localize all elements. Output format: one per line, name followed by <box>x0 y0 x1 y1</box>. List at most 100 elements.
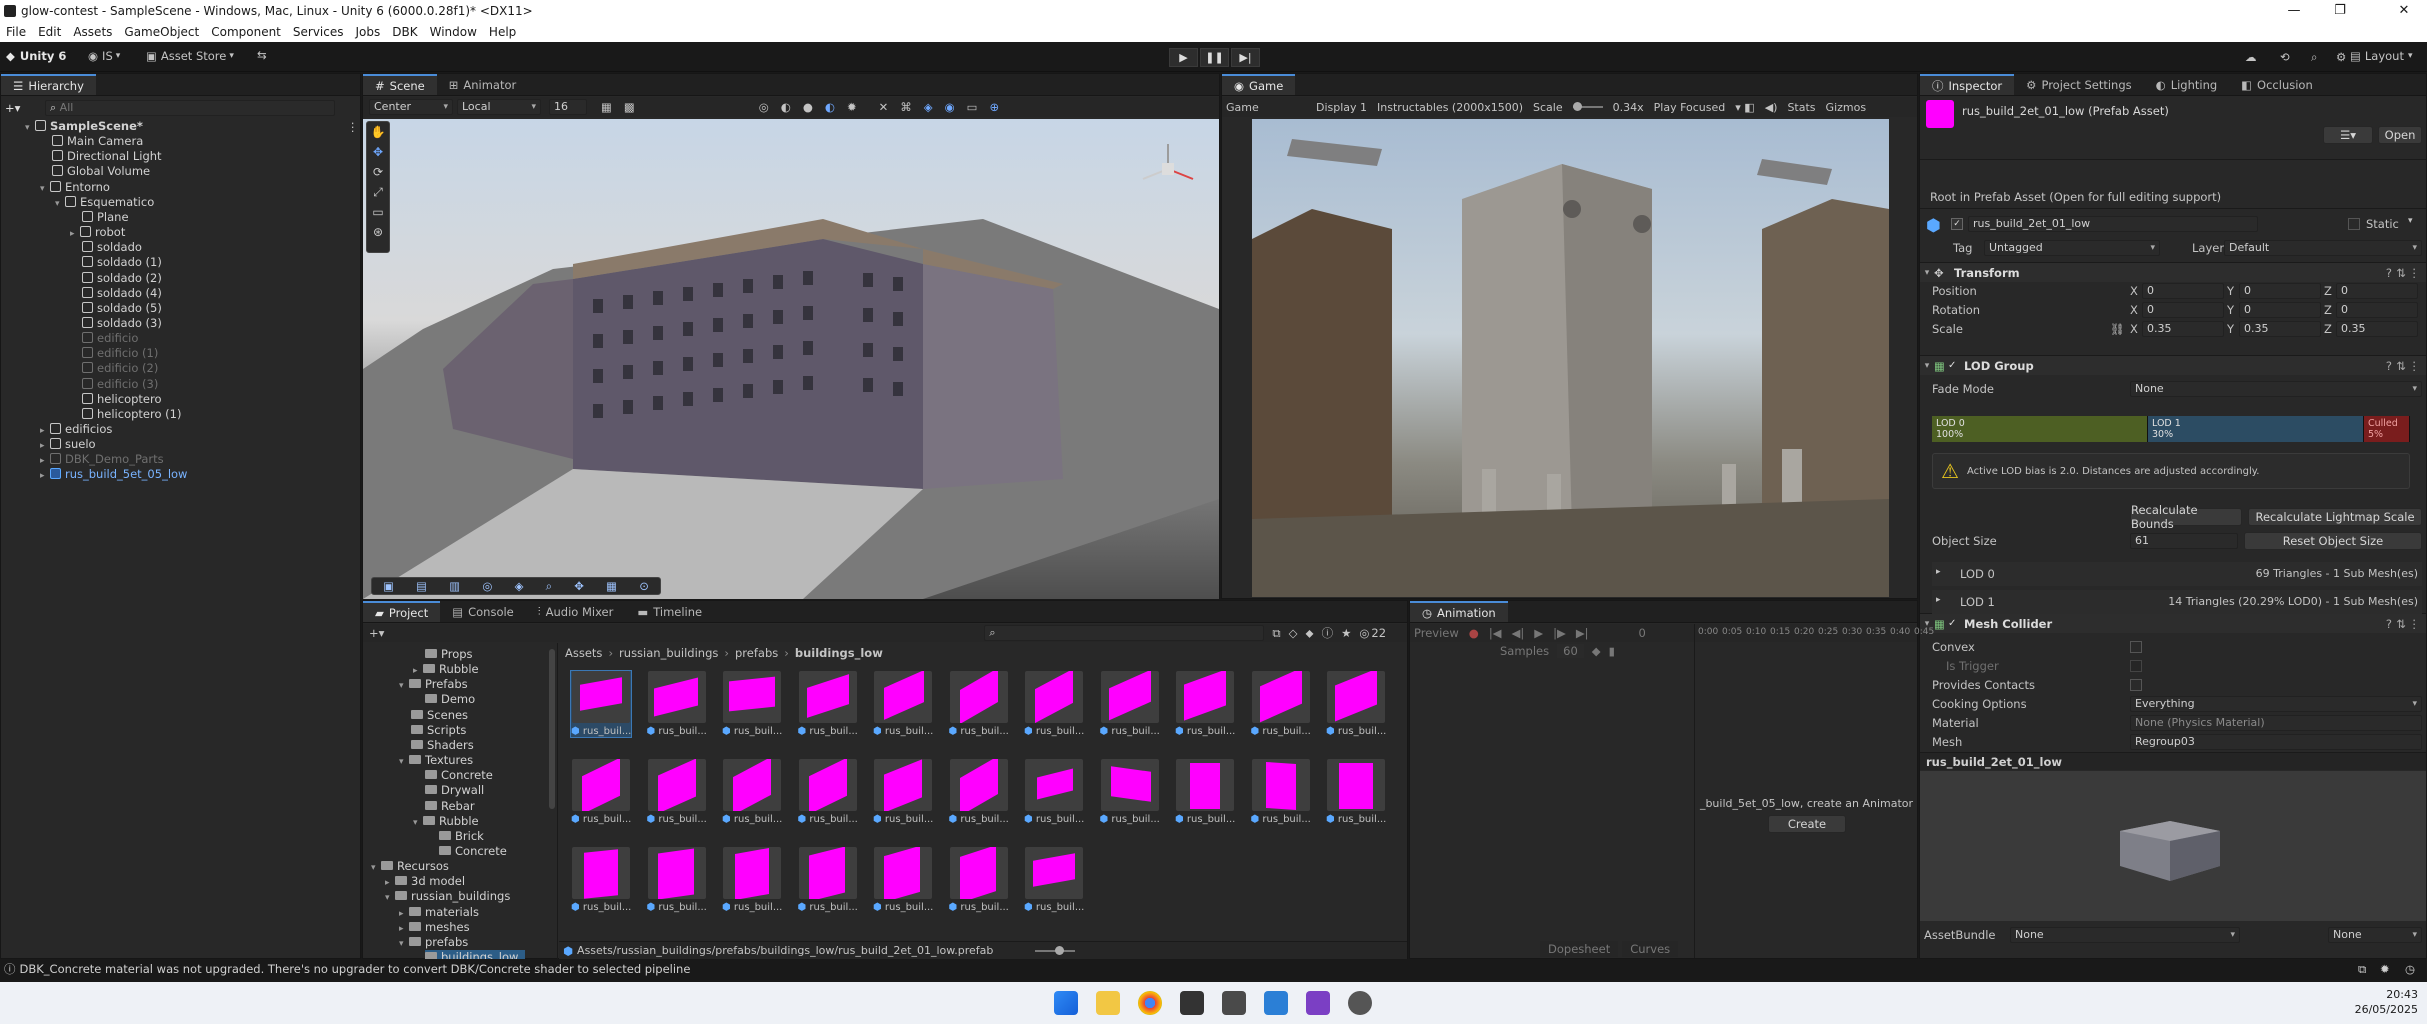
project-folder-item[interactable]: Rebar <box>425 799 475 814</box>
convex-checkbox[interactable] <box>2130 641 2142 653</box>
project-folder-item[interactable]: ▾ Textures <box>399 753 473 768</box>
hierarchy-item[interactable]: soldado (3) <box>82 316 162 331</box>
tab-timeline[interactable]: ▬ Timeline <box>625 601 714 622</box>
asset-store-button[interactable]: ▣ Asset Store ▾ <box>146 49 234 63</box>
increment-snap-icon[interactable]: ▩ <box>624 100 635 114</box>
menu-edit[interactable]: Edit <box>32 25 67 39</box>
close-icon[interactable]: ✕ <box>2381 0 2427 21</box>
project-folder-item[interactable]: buildings_low <box>425 950 525 959</box>
position-x-field[interactable]: 0 <box>2142 283 2224 299</box>
project-folder-item[interactable]: ▸ 3d model <box>385 874 465 889</box>
mesh-collider-header[interactable]: ▾ ▦ ✓ Mesh Collider ? ⇅ ⋮ <box>1920 613 2426 633</box>
hierarchy-item[interactable]: edificio (3) <box>82 377 158 392</box>
unity-hub-icon[interactable] <box>1222 991 1246 1015</box>
fade-mode-dropdown[interactable]: None <box>2130 381 2422 397</box>
move-tool-icon[interactable]: ✥ <box>367 142 389 162</box>
overlay-tool-6-icon[interactable]: ⌕ <box>546 579 552 594</box>
prefab-asset-tile[interactable]: ⬢ rus_buil... <box>722 671 782 737</box>
project-folder-item[interactable]: Props <box>425 647 473 662</box>
component-menu-icon[interactable]: ⋮ <box>2409 266 2421 280</box>
scale-y-field[interactable]: 0.35 <box>2239 321 2321 337</box>
hierarchy-item[interactable]: Global Volume <box>52 164 150 179</box>
project-folder-item[interactable]: Concrete <box>439 844 507 859</box>
prefab-asset-tile[interactable]: ⬢ rus_buil... <box>798 759 858 825</box>
scene-camera-icon[interactable]: ◈ <box>924 100 933 114</box>
history-icon[interactable]: ⟲ <box>2280 50 2290 64</box>
prefab-asset-tile[interactable]: ⬢ rus_buil... <box>571 847 631 913</box>
create-icon[interactable]: +▾ <box>369 626 384 640</box>
prefab-asset-tile[interactable]: ⬢ rus_buil... <box>798 671 858 737</box>
tab-project[interactable]: ▰ Project <box>363 601 441 622</box>
lod-band-1[interactable]: LOD 1 30% <box>2148 416 2364 442</box>
scene-menu-icon[interactable]: ⋮ <box>347 120 359 134</box>
tab-animation[interactable]: ◷ Animation <box>1410 601 1508 622</box>
foldout-arrow-icon[interactable]: ▾ <box>371 861 381 876</box>
resolution-dropdown[interactable]: Instructables (2000x1500) <box>1377 101 1523 114</box>
help-icon[interactable]: ? <box>2386 617 2392 631</box>
hidden-count-icon[interactable]: ◎ <box>1359 626 1369 640</box>
prefab-asset-tile[interactable]: ⬢ rus_buil... <box>722 759 782 825</box>
help-icon[interactable]: ? <box>2386 359 2392 373</box>
prefab-asset-tile[interactable]: ⬢ rus_buil... <box>949 671 1009 737</box>
menu-services[interactable]: Services <box>287 25 350 39</box>
prefab-asset-tile[interactable]: ⬢ rus_buil... <box>1251 759 1311 825</box>
github-desktop-icon[interactable] <box>1348 991 1372 1015</box>
filter-warning-icon[interactable]: ⓘ <box>1322 625 1334 641</box>
grid-snap-icon[interactable]: ▦ <box>601 100 612 114</box>
prefab-asset-tile[interactable]: ⬢ rus_buil... <box>1024 847 1084 913</box>
reset-object-size-button[interactable]: Reset Object Size <box>2244 532 2422 550</box>
play-button[interactable]: ▶ <box>1169 48 1198 67</box>
mute-icon[interactable]: ▾ ◧ <box>1735 101 1754 114</box>
display-dropdown[interactable]: Display 1 <box>1316 101 1367 114</box>
scene-viewport[interactable]: ✋ ✥ ⟳ ⤢ ▭ ⊛ ▣ ▤ ▥ ◎ ◈ ⌕ ✥ ▦ ⊙ <box>363 119 1219 599</box>
project-search-input[interactable]: ⌕ <box>984 625 1265 641</box>
project-folder-item[interactable]: ▾ Recursos <box>371 859 449 874</box>
audio-icon[interactable]: ✕ <box>879 100 889 114</box>
lod-enabled-checkbox[interactable]: ✓ <box>1948 360 1964 371</box>
foldout-arrow-icon[interactable]: ▸ <box>40 439 50 454</box>
prefab-asset-tile[interactable]: ⬢ rus_buil... <box>1024 759 1084 825</box>
add-keyframe-icon[interactable]: ◆ <box>1592 644 1601 658</box>
menu-file[interactable]: File <box>0 25 32 39</box>
material-field[interactable]: None (Physics Material) <box>2130 715 2422 731</box>
cooking-options-dropdown[interactable]: Everything <box>2130 696 2422 712</box>
folder-tree-scrollbar[interactable] <box>549 649 555 809</box>
curves-button[interactable]: Curves <box>1622 941 1679 957</box>
create-animator-button[interactable]: Create <box>1768 815 1846 833</box>
name-field[interactable]: rus_build_2et_01_low <box>1968 216 2258 232</box>
tag-dropdown[interactable]: Untagged <box>1984 240 2160 256</box>
rotation-y-field[interactable]: 0 <box>2239 302 2321 318</box>
2d-toggle-icon[interactable]: ◐ <box>825 100 835 114</box>
wire-icon[interactable]: ◐ <box>781 100 791 114</box>
paint-icon[interactable] <box>1264 991 1288 1015</box>
pause-button[interactable]: ❚❚ <box>1200 48 1229 67</box>
menu-help[interactable]: Help <box>483 25 522 39</box>
tab-console[interactable]: ▤ Console <box>440 601 526 622</box>
project-folder-item[interactable]: ▸ Rubble <box>413 662 479 677</box>
menu-window[interactable]: Window <box>424 25 483 39</box>
prefab-asset-tile[interactable]: ⬢ rus_buil... <box>873 759 933 825</box>
foldout-arrow-icon[interactable]: ▾ <box>413 816 423 831</box>
timeline-ruler[interactable]: 0:00 0:05 0:10 0:15 0:20 0:25 0:30 0:35 0:40 0:45 <box>1696 624 1934 642</box>
component-menu-icon[interactable]: ⋮ <box>2409 617 2421 631</box>
user-button[interactable]: ◉ IS ▾ <box>88 49 120 63</box>
stats-toggle[interactable]: Stats <box>1787 101 1815 114</box>
game-viewport[interactable] <box>1252 119 1889 597</box>
foldout-arrow-icon[interactable]: ▸ <box>40 424 50 439</box>
space-dropdown[interactable]: Local <box>457 99 541 115</box>
visual-studio-icon[interactable] <box>1306 991 1330 1015</box>
unity-account-button[interactable]: ◆ Unity 6 <box>6 49 66 63</box>
last-key-icon[interactable]: ▶| <box>1576 626 1589 640</box>
search-icon[interactable]: ⌕ <box>2311 50 2317 65</box>
play-focused-dropdown[interactable]: Play Focused <box>1654 101 1726 114</box>
notion-icon[interactable] <box>1180 991 1204 1015</box>
menu-assets[interactable]: Assets <box>67 25 118 39</box>
provides-contacts-checkbox[interactable] <box>2130 679 2142 691</box>
rotation-x-field[interactable]: 0 <box>2142 302 2224 318</box>
static-checkbox[interactable] <box>2348 218 2360 230</box>
preview-toggle[interactable]: Preview <box>1414 626 1459 640</box>
hierarchy-search-input[interactable]: ⌕ All <box>45 100 335 116</box>
cache-icon[interactable]: ⧉ <box>2358 962 2366 977</box>
preset-icon[interactable]: ⇅ <box>2396 359 2406 373</box>
foldout-arrow-icon[interactable]: ▸ <box>385 876 395 891</box>
